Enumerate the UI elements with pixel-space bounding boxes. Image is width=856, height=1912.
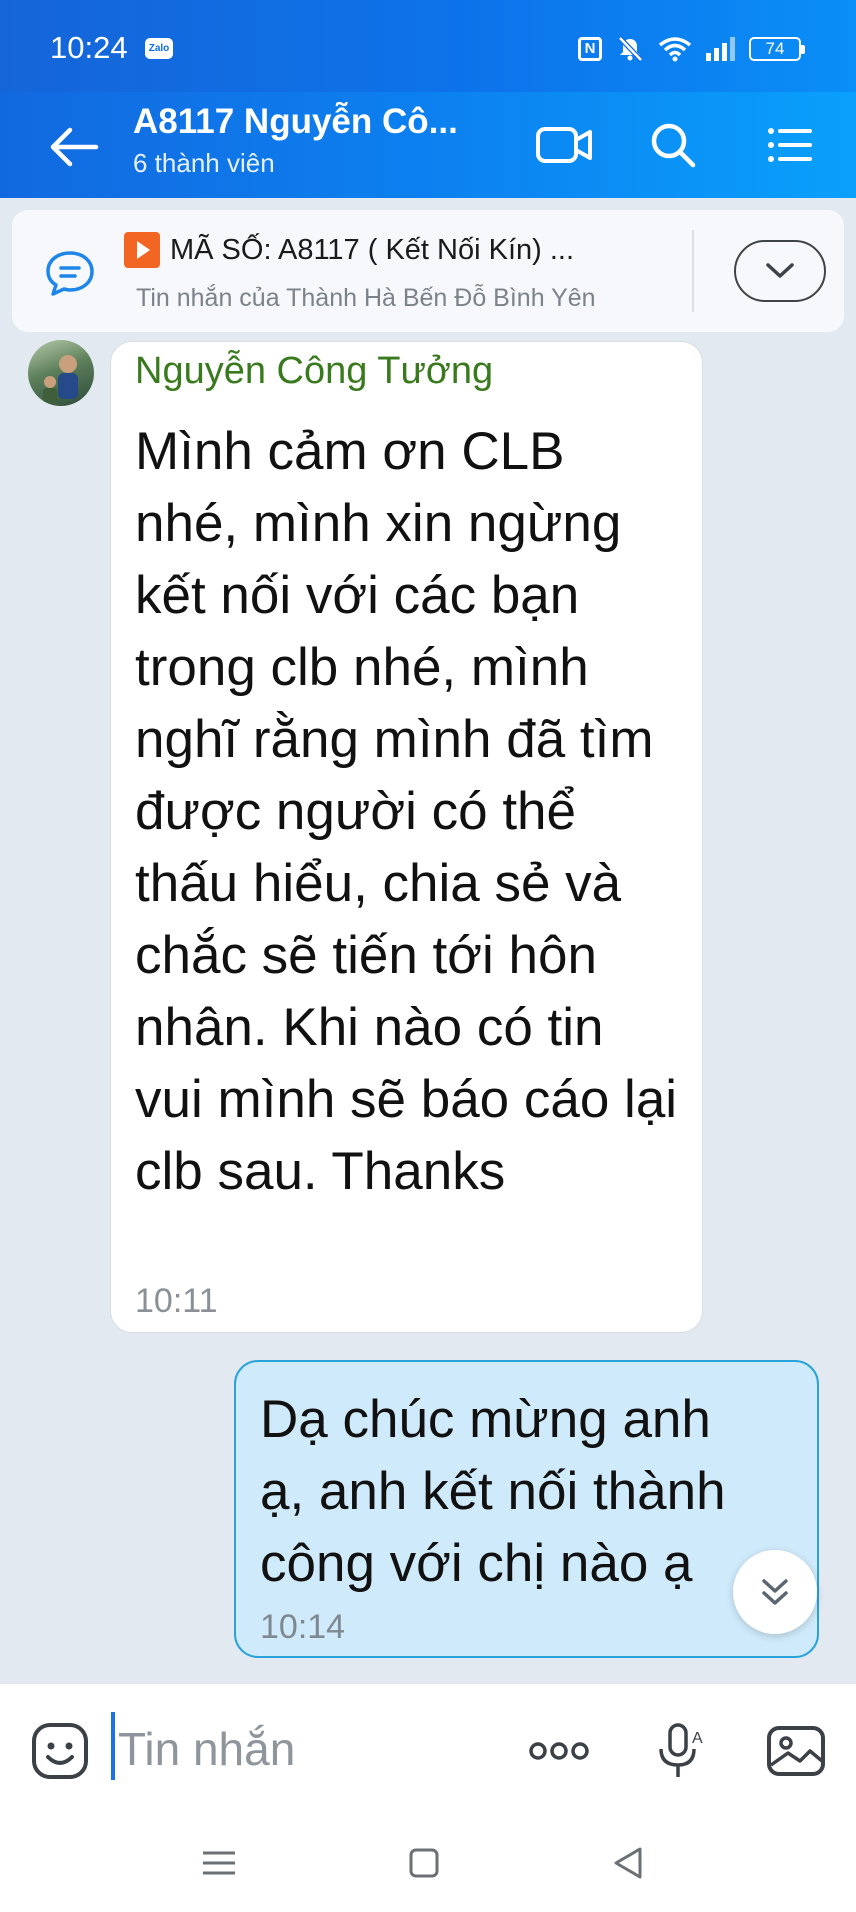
chat-bubble-icon (46, 251, 94, 296)
video-call-icon[interactable] (532, 117, 596, 173)
pinned-message[interactable]: MÃ SỐ: A8117 ( Kết Nối Kín) ... Tin nhắn… (12, 210, 844, 332)
pinned-title: MÃ SỐ: A8117 ( Kết Nối Kín) ... (170, 233, 575, 266)
more-options-icon[interactable] (524, 1719, 594, 1783)
menu-list-icon[interactable] (762, 117, 818, 173)
mute-icon (618, 36, 643, 62)
search-icon[interactable] (645, 117, 701, 173)
double-chevron-down-icon (762, 1579, 788, 1605)
chevron-down-icon (766, 263, 794, 278)
message-time: 10:11 (135, 1282, 218, 1320)
message-text: Mình cảm ơn CLB nhé, mình xin ngừng kết … (135, 422, 678, 1201)
back-icon[interactable] (606, 1841, 650, 1885)
expand-pinned-button[interactable] (734, 240, 826, 302)
avatar[interactable] (28, 340, 94, 406)
message-text: Dạ chúc mừng anh ạ, anh kết nối thành cô… (260, 1390, 726, 1593)
back-arrow-icon[interactable] (40, 117, 110, 177)
svg-text:A: A (692, 1730, 703, 1747)
image-icon[interactable] (764, 1719, 828, 1783)
message-input[interactable] (116, 1710, 500, 1788)
status-time: 10:24 (50, 30, 128, 65)
message-time: 10:14 (260, 1608, 346, 1646)
battery-icon: 74 (749, 37, 805, 61)
incoming-message-bubble[interactable]: Nguyễn Công Tưởng Mình cảm ơn CLB nhé, m… (110, 341, 703, 1333)
status-icons: N 74 (578, 34, 805, 64)
chat-title: A8117 Nguyễn Cô... (133, 102, 458, 141)
chat-header: A8117 Nguyễn Cô... 6 thành viên (0, 92, 856, 198)
signal-icon (706, 37, 735, 61)
emoji-icon[interactable] (28, 1719, 92, 1783)
status-bar: 10:24 Zalo N 74 (0, 0, 856, 92)
zalo-notification-icon: Zalo (145, 38, 173, 59)
pinned-subtitle: Tin nhắn của Thành Hà Bến Đỗ Bình Yên (136, 284, 596, 312)
system-nav-bar (0, 1813, 856, 1912)
recent-apps-icon[interactable] (197, 1841, 241, 1885)
message-composer: A (0, 1683, 856, 1814)
nfc-icon: N (578, 37, 602, 61)
chat-title-area[interactable]: A8117 Nguyễn Cô... 6 thành viên (133, 102, 493, 179)
play-icon (124, 232, 160, 268)
sender-name: Nguyễn Công Tưởng (135, 350, 494, 392)
home-icon[interactable] (402, 1841, 446, 1885)
voice-icon[interactable]: A (648, 1719, 712, 1783)
member-count: 6 thành viên (133, 148, 275, 178)
scroll-to-bottom-button[interactable] (733, 1550, 817, 1634)
avatar-photo (43, 355, 78, 406)
outgoing-message-bubble[interactable]: Dạ chúc mừng anh ạ, anh kết nối thành cô… (234, 1360, 819, 1658)
wifi-icon (658, 37, 692, 62)
divider (692, 230, 694, 312)
text-cursor (111, 1712, 115, 1780)
